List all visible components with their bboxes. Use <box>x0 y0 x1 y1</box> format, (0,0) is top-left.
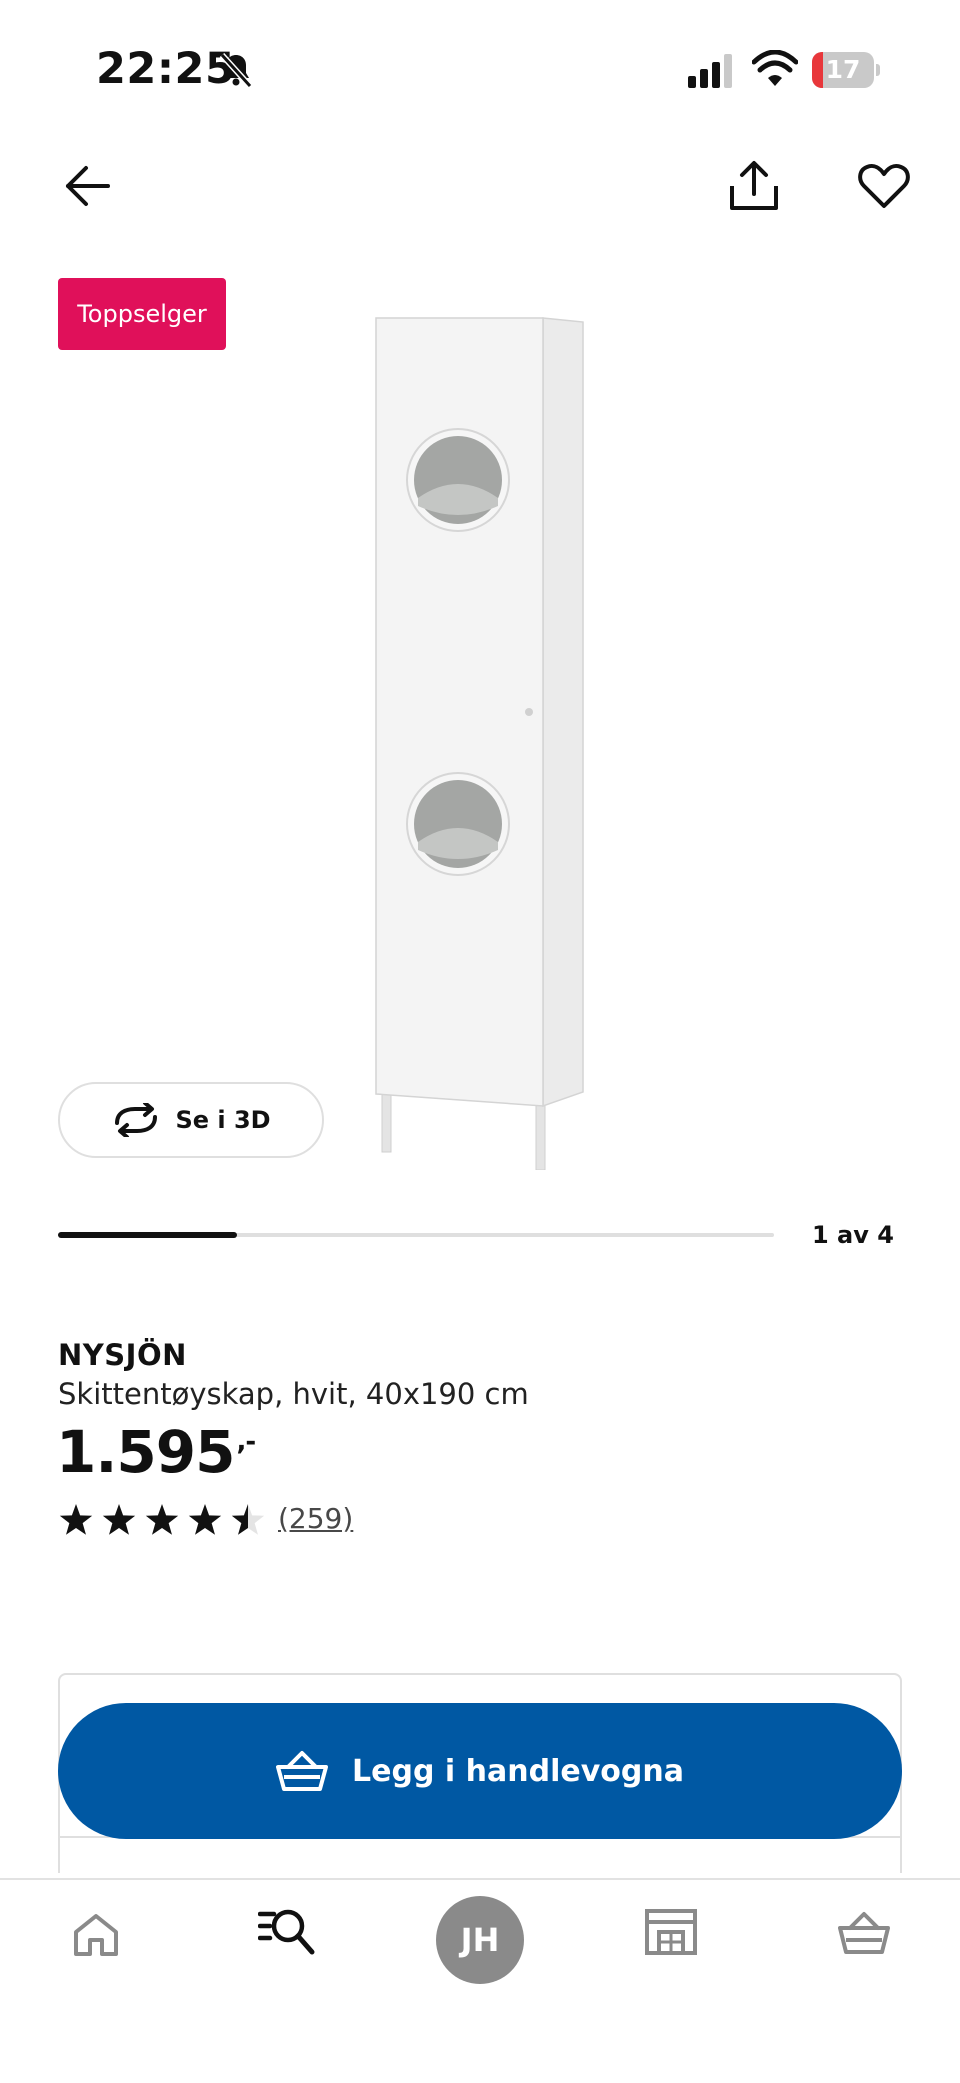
rating-stars[interactable] <box>58 1502 264 1538</box>
view-in-3d-label: Se i 3D <box>175 1106 271 1134</box>
rating-star <box>145 1504 179 1535</box>
product-image[interactable] <box>360 310 590 1170</box>
wifi-icon <box>752 50 798 86</box>
cart-icon[interactable] <box>838 1910 890 1956</box>
price-suffix: ,- <box>236 1427 256 1457</box>
battery-level-text: 17 <box>825 55 861 84</box>
gallery-position: 1 av 4 <box>812 1221 894 1249</box>
add-to-cart-label: Legg i handlevogna <box>352 1753 684 1789</box>
top-seller-badge: Toppselger <box>58 278 226 350</box>
add-to-cart-button[interactable]: Legg i handlevogna <box>58 1703 902 1839</box>
battery-indicator: 17 <box>812 52 880 88</box>
rating-star <box>59 1504 93 1535</box>
share-icon[interactable] <box>726 158 782 214</box>
rating-star <box>231 1504 264 1535</box>
review-count-link[interactable]: (259) <box>278 1502 353 1535</box>
product-name: NYSJÖN <box>58 1338 187 1372</box>
bell-muted-icon <box>219 52 253 89</box>
home-icon[interactable] <box>72 1910 120 1958</box>
heart-icon[interactable] <box>856 158 912 214</box>
product-price: 1.595,- <box>56 1418 256 1486</box>
cellular-signal-icon <box>688 54 732 88</box>
gallery-progress-fill <box>58 1232 237 1238</box>
search-icon[interactable] <box>258 1906 316 1958</box>
basket-icon <box>276 1751 329 1791</box>
view-in-3d-button[interactable]: Se i 3D <box>58 1082 324 1158</box>
rating-star <box>102 1504 136 1535</box>
profile-avatar[interactable]: JH <box>436 1896 524 1984</box>
arrow-left-icon[interactable] <box>64 160 116 212</box>
status-time: 22:25 <box>96 44 236 94</box>
product-description: Skittentøyskap, hvit, 40x190 cm <box>58 1377 529 1411</box>
rotate-icon <box>115 1103 158 1137</box>
store-icon[interactable] <box>644 1908 698 1956</box>
price-amount: 1.595 <box>56 1418 235 1486</box>
rating-star <box>188 1504 222 1535</box>
